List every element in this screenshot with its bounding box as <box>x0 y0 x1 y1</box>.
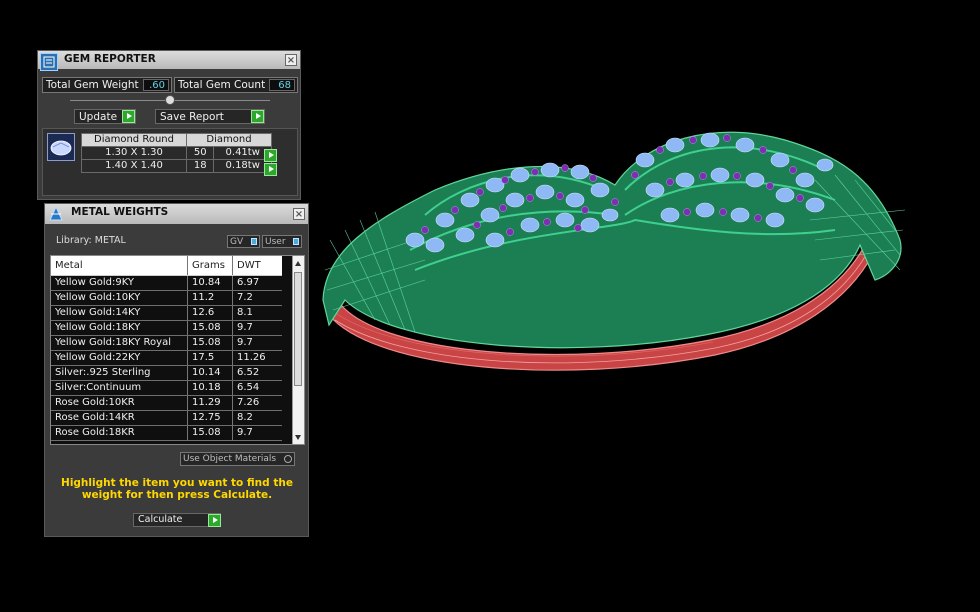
table-row[interactable]: Rose Gold:14KR 12.75 8.2 <box>51 410 282 426</box>
gem-reporter-title: GEM REPORTER <box>64 53 156 65</box>
gem-table-row[interactable]: 1.40 X 1.40 18 0.18tw <box>81 159 272 173</box>
table-row[interactable]: Yellow Gold:14KY 12.6 8.1 <box>51 305 282 321</box>
save-report-button[interactable]: Save Report <box>155 109 265 124</box>
gem-weight: 0.18tw <box>213 159 272 173</box>
metal-name: Yellow Gold:14KY <box>51 305 188 321</box>
metal-name: Rose Gold:18KR <box>51 425 188 441</box>
metal-grams: 15.08 <box>187 335 233 351</box>
play-arrow-icon[interactable] <box>264 149 277 162</box>
metal-weights-titlebar[interactable]: METAL WEIGHTS × <box>45 204 308 224</box>
metal-name: Yellow Gold:9KY <box>51 275 188 291</box>
metal-grams: 12.75 <box>187 410 233 426</box>
metal-name: Yellow Gold:10KY <box>51 290 188 306</box>
metal-grams: 17.5 <box>187 350 233 366</box>
play-arrow-icon[interactable] <box>208 514 221 527</box>
metal-dwt: 6.97 <box>232 275 282 291</box>
scroll-down-arrow-icon[interactable] <box>295 435 301 440</box>
close-icon[interactable]: × <box>285 54 297 66</box>
close-icon[interactable]: × <box>293 208 305 220</box>
metal-list[interactable]: Metal Grams DWT Yellow Gold:9KY 10.84 6.97… <box>50 255 305 445</box>
gem-list-area: Diamond Round Diamond 1.30 X 1.30 50 0.4… <box>42 128 298 196</box>
metal-grams: 10.14 <box>187 365 233 381</box>
gem-weight: 0.41tw <box>213 146 272 160</box>
viewport-3d-bracelet[interactable] <box>315 120 915 390</box>
metal-dwt: 8.2 <box>232 410 282 426</box>
table-row[interactable]: Yellow Gold:9KY 10.84 6.97 <box>51 275 282 291</box>
metal-list-scrollbar[interactable] <box>292 256 304 444</box>
table-row[interactable]: Yellow Gold:22KY 17.5 11.26 <box>51 350 282 366</box>
instruction-text: Highlight the item you want to find the … <box>61 477 293 501</box>
metal-dwt: 9.7 <box>232 320 282 336</box>
metal-name: Silver:.925 Sterling <box>51 365 188 381</box>
table-row[interactable]: Yellow Gold:10KY 11.2 7.2 <box>51 290 282 306</box>
metal-weights-icon <box>47 205 65 223</box>
metal-name: Yellow Gold:22KY <box>51 350 188 366</box>
metal-dwt: 7.26 <box>232 395 282 411</box>
metal-dwt: 9.7 <box>232 335 282 351</box>
column-metal[interactable]: Metal <box>51 256 188 276</box>
metal-name: Silver:Continuum <box>51 380 188 396</box>
gv-toggle-label: GV <box>230 237 244 247</box>
metal-dwt: 11.26 <box>232 350 282 366</box>
metal-dwt: 8.1 <box>232 305 282 321</box>
metal-dwt: 9.7 <box>232 425 282 441</box>
metal-dwt: 7.2 <box>232 290 282 306</box>
gem-table-header-type: Diamond <box>186 133 272 147</box>
diamond-icon <box>47 133 75 161</box>
metal-name: Rose Gold:10KR <box>51 395 188 411</box>
metal-grams: 15.08 <box>187 425 233 441</box>
gem-table-header-shape: Diamond Round <box>81 133 187 147</box>
metal-grams: 11.29 <box>187 395 233 411</box>
table-row[interactable]: Yellow Gold:18KY 15.08 9.7 <box>51 320 282 336</box>
metal-grams: 15.08 <box>187 320 233 336</box>
gem-table-row[interactable]: 1.30 X 1.30 50 0.41tw <box>81 146 272 160</box>
gem-reporter-titlebar[interactable]: GEM REPORTER × <box>38 51 300 71</box>
gem-size: 1.30 X 1.30 <box>81 146 187 160</box>
metal-table: Metal Grams DWT Yellow Gold:9KY 10.84 6.97… <box>51 256 282 441</box>
play-arrow-icon[interactable] <box>251 110 264 123</box>
table-row[interactable]: Silver:.925 Sterling 10.14 6.52 <box>51 365 282 381</box>
column-grams[interactable]: Grams <box>187 256 233 276</box>
library-label: Library: METAL <box>56 235 126 246</box>
use-object-materials-toggle[interactable]: Use Object Materials <box>180 452 295 466</box>
table-row[interactable]: Silver:Continuum 10.18 6.54 <box>51 380 282 396</box>
metal-name: Rose Gold:14KR <box>51 410 188 426</box>
gem-reporter-panel: GEM REPORTER × Total Gem Weight .60 Tota… <box>37 50 301 200</box>
slider-knob-icon[interactable] <box>165 95 175 105</box>
metal-grams: 11.2 <box>187 290 233 306</box>
user-toggle[interactable]: User <box>262 235 302 248</box>
gem-reporter-icon <box>40 53 58 71</box>
gem-count: 18 <box>185 159 215 173</box>
metal-grams: 10.84 <box>187 275 233 291</box>
table-row[interactable]: Rose Gold:10KR 11.29 7.26 <box>51 395 282 411</box>
gem-size: 1.40 X 1.40 <box>81 159 187 173</box>
metal-grams: 12.6 <box>187 305 233 321</box>
play-arrow-icon[interactable] <box>122 110 135 123</box>
metal-weights-title: METAL WEIGHTS <box>71 206 169 218</box>
user-toggle-label: User <box>265 237 286 247</box>
metal-name: Yellow Gold:18KY <box>51 320 188 336</box>
gem-count: 50 <box>185 146 215 160</box>
metal-dwt: 6.54 <box>232 380 282 396</box>
total-gem-weight-value: .60 <box>143 79 169 91</box>
scroll-thumb[interactable] <box>294 272 302 386</box>
gv-toggle[interactable]: GV <box>227 235 260 248</box>
column-dwt[interactable]: DWT <box>232 256 282 276</box>
total-gem-count-value: 68 <box>269 79 295 91</box>
table-row[interactable]: Yellow Gold:18KY Royal 15.08 9.7 <box>51 335 282 351</box>
scroll-up-arrow-icon[interactable] <box>295 261 301 266</box>
play-arrow-icon[interactable] <box>264 163 277 176</box>
metal-dwt: 6.52 <box>232 365 282 381</box>
metal-grams: 10.18 <box>187 380 233 396</box>
metal-weights-panel: METAL WEIGHTS × Library: METAL GV User M… <box>44 203 309 537</box>
gem-table: Diamond Round Diamond 1.30 X 1.30 50 0.4… <box>81 133 272 173</box>
metal-name: Yellow Gold:18KY Royal <box>51 335 188 351</box>
table-row[interactable]: Rose Gold:18KR 15.08 9.7 <box>51 425 282 441</box>
use-object-materials-label: Use Object Materials <box>183 454 277 464</box>
